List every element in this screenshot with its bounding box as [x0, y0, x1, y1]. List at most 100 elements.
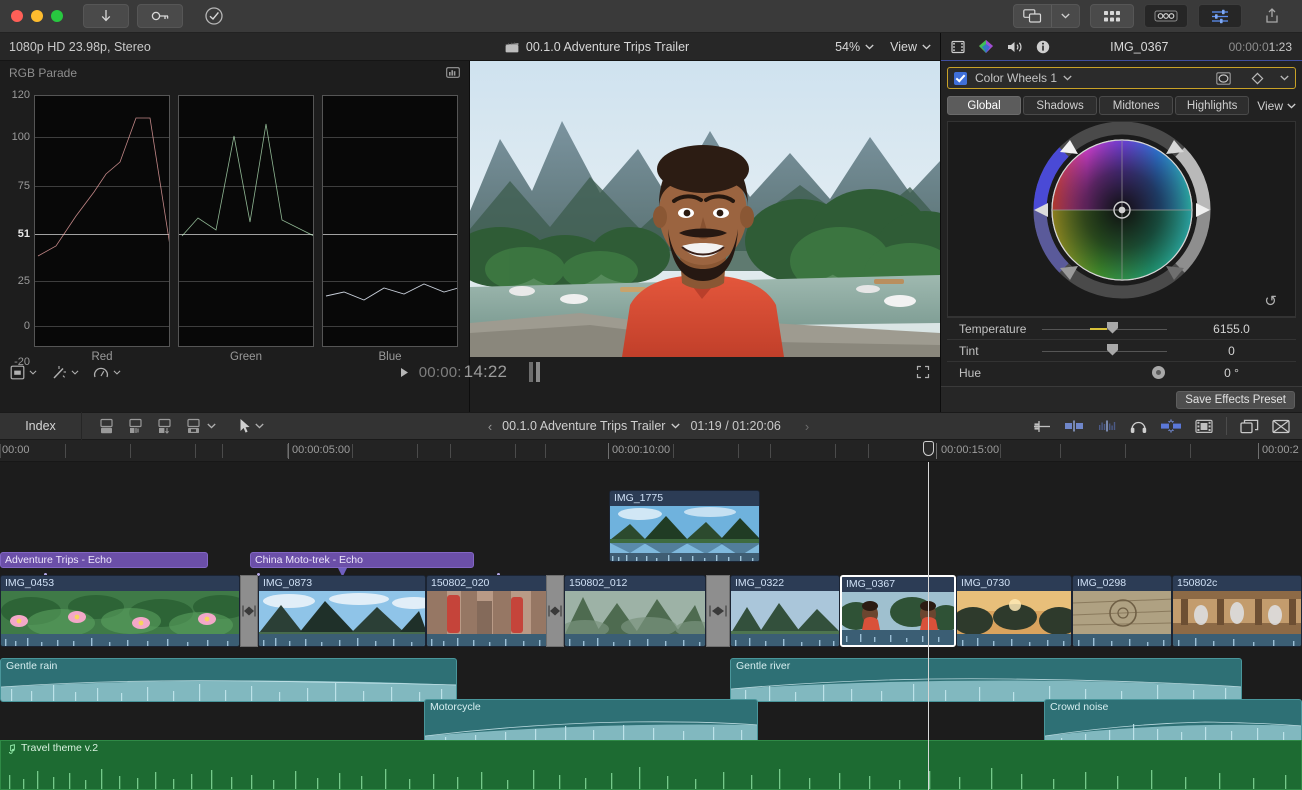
effects-browser-button[interactable] [1090, 4, 1134, 28]
share-button[interactable] [1252, 4, 1292, 28]
share-destination-button[interactable] [1014, 5, 1051, 27]
mask-icon[interactable] [1216, 72, 1231, 85]
snapping-button[interactable] [1160, 419, 1182, 433]
timeline-project-menu[interactable]: 00.1.0 Adventure Trips Trailer [502, 419, 680, 433]
retime-button[interactable] [93, 365, 121, 380]
clip-label: 150802_020 [427, 576, 551, 591]
transition-cross-dissolve-3[interactable] [706, 575, 730, 647]
audio-clip-motorcycle[interactable]: Motorcycle [424, 699, 758, 743]
audio-skimming-button[interactable] [1097, 419, 1117, 433]
select-tool-button[interactable] [239, 418, 264, 434]
audio-clip-gentle-rain[interactable]: Gentle rain [0, 658, 457, 702]
timeline-tracks-area[interactable]: IMG_1775 [0, 462, 1302, 790]
scope-settings-icon[interactable] [446, 67, 460, 79]
music-clip-travel-theme[interactable]: Travel theme v.2 [0, 740, 1302, 790]
viewer-display-options-button[interactable] [10, 365, 37, 380]
global-color-wheel[interactable] [948, 122, 1296, 316]
save-effects-preset-button[interactable]: Save Effects Preset [1176, 391, 1295, 409]
timeline-index-toggle[interactable]: Index [0, 412, 82, 440]
effects-overlay-button[interactable] [51, 365, 79, 380]
insert-clip-button[interactable] [127, 418, 145, 435]
solo-button[interactable] [1130, 419, 1147, 434]
timeline-forward-button[interactable]: › [805, 419, 809, 434]
film-icon[interactable] [951, 40, 965, 54]
viewer-timecode[interactable]: 00:00:14:22 [419, 362, 507, 382]
video-clip-150802-020[interactable]: 150802_020 [426, 575, 552, 647]
trim-tool-button[interactable] [1064, 419, 1084, 433]
temperature-value[interactable]: 6155.0 [1167, 322, 1296, 336]
timeline-close-index-button[interactable] [1272, 419, 1290, 434]
append-clip-button[interactable] [156, 418, 174, 435]
close-window-button[interactable] [11, 10, 23, 22]
background-tasks-button[interactable] [191, 4, 237, 28]
audio-clip-gentle-river[interactable]: Gentle river [730, 658, 1242, 702]
thumbnail-image [610, 506, 760, 562]
title-clip-adventure-trips[interactable]: Adventure Trips - Echo [0, 552, 208, 568]
blue-channel-graph [322, 95, 458, 347]
video-clip-img-0730[interactable]: IMG_0730 [956, 575, 1072, 647]
info-icon[interactable] [1036, 40, 1050, 54]
hue-value[interactable]: 0 ° [1167, 366, 1296, 380]
video-clip-img-0298[interactable]: IMG_0298 [1072, 575, 1172, 647]
video-clip-img-0873[interactable]: IMG_0873 [258, 575, 426, 647]
thumbnail-image [1073, 591, 1172, 647]
speaker-icon[interactable] [1007, 40, 1023, 54]
timeline-playhead[interactable] [928, 462, 929, 790]
keyframe-diamond-icon[interactable] [1251, 72, 1264, 85]
hue-slider[interactable] [1042, 362, 1167, 384]
import-media-button[interactable] [83, 4, 129, 28]
tab-highlights[interactable]: Highlights [1175, 96, 1249, 115]
color-board-button[interactable] [1144, 4, 1188, 28]
zoom-window-button[interactable] [51, 10, 63, 22]
transition-cross-dissolve-1[interactable] [240, 575, 258, 647]
title-clip-china-moto-trek[interactable]: China Moto-trek - Echo [250, 552, 474, 568]
tint-value[interactable]: 0 [1167, 344, 1296, 358]
video-clip-img-0322[interactable]: IMG_0322 [730, 575, 840, 647]
effect-menu-chevron-icon[interactable] [1280, 75, 1289, 81]
keywords-button[interactable] [137, 4, 183, 28]
minimize-window-button[interactable] [31, 10, 43, 22]
video-clip-150802-012[interactable]: 150802_012 [564, 575, 706, 647]
inspector-button[interactable] [1198, 4, 1242, 28]
timeline-ruler[interactable]: 00:00 00:00:05:00 00:00:10:00 00:00:15:0… [0, 440, 1302, 462]
effect-name-menu[interactable]: Color Wheels 1 [975, 71, 1208, 85]
tint-slider[interactable] [1042, 340, 1167, 362]
temperature-slider[interactable] [1042, 318, 1167, 340]
tab-shadows[interactable]: Shadows [1023, 96, 1097, 115]
video-clip-150802c[interactable]: 150802c [1172, 575, 1302, 647]
play-triangle-icon[interactable] [400, 367, 409, 378]
clip-appearance-menu-button[interactable] [1195, 419, 1213, 434]
scope-y-axis: 120 100 75 51 25 0 -20 [0, 85, 34, 365]
viewer-zoom-menu[interactable]: 54% [835, 40, 874, 54]
overwrite-clip-button[interactable] [185, 418, 216, 435]
video-clip-img-0453[interactable]: IMG_0453 [0, 575, 240, 647]
video-clip-img-0367[interactable]: IMG_0367 [840, 575, 956, 647]
color-wheel-control[interactable]: ↺ [947, 121, 1296, 317]
timeline-back-button[interactable]: ‹ [488, 419, 492, 434]
clip-appearance-button[interactable] [1033, 419, 1051, 434]
timeline-history-button[interactable] [1240, 419, 1259, 434]
viewer-view-menu[interactable]: View [890, 40, 931, 54]
share-icon [1265, 8, 1279, 24]
wheel-view-menu[interactable]: View [1251, 99, 1296, 113]
connect-clip-button[interactable] [98, 418, 116, 435]
video-scopes-pane: Rec. 709 View RGB Parade 120 100 [0, 33, 470, 412]
tab-global[interactable]: Global [947, 96, 1021, 115]
viewer-video-image[interactable] [470, 61, 940, 357]
y-tick-0: 0 [24, 320, 30, 332]
tint-label: Tint [947, 344, 1042, 358]
share-destination-group [1013, 4, 1080, 28]
transition-cross-dissolve-2[interactable] [546, 575, 564, 647]
share-destination-chevron[interactable] [1051, 5, 1079, 27]
effect-enable-checkbox[interactable] [954, 72, 967, 85]
playhead-handle[interactable] [923, 441, 934, 456]
audio-clip-crowd-noise[interactable]: Crowd noise [1044, 699, 1302, 743]
wheel-reset-button[interactable]: ↺ [1264, 292, 1277, 310]
fullscreen-icon[interactable] [916, 365, 930, 379]
skimmer-handles[interactable] [529, 362, 540, 382]
transition-icon [242, 605, 256, 617]
connected-clip-img-1775[interactable]: IMG_1775 [609, 490, 760, 562]
tab-midtones[interactable]: Midtones [1099, 96, 1173, 115]
color-wheel-icon[interactable] [978, 39, 994, 54]
inspector-timecode-bright: 1:23 [1269, 40, 1292, 54]
